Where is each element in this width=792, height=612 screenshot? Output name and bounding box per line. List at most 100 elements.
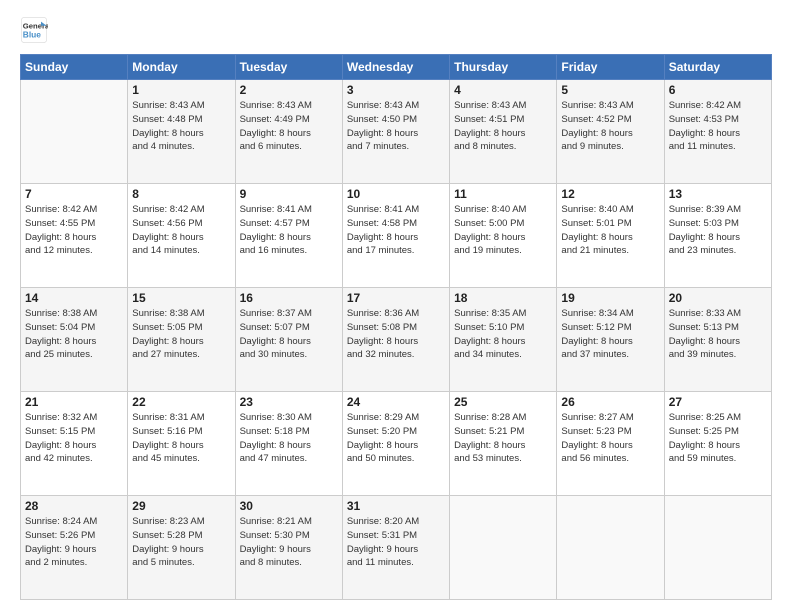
day-number: 12	[561, 187, 659, 201]
calendar-cell: 25 Sunrise: 8:28 AMSunset: 5:21 PMDayligh…	[450, 392, 557, 496]
calendar-cell	[21, 80, 128, 184]
day-number: 3	[347, 83, 445, 97]
calendar-header-monday: Monday	[128, 55, 235, 80]
calendar-cell: 31 Sunrise: 8:20 AMSunset: 5:31 PMDayligh…	[342, 496, 449, 600]
calendar-cell: 8 Sunrise: 8:42 AMSunset: 4:56 PMDaylight…	[128, 184, 235, 288]
day-info: Sunrise: 8:41 AMSunset: 4:57 PMDaylight:…	[240, 203, 338, 258]
day-number: 30	[240, 499, 338, 513]
day-info: Sunrise: 8:21 AMSunset: 5:30 PMDaylight:…	[240, 515, 338, 570]
day-info: Sunrise: 8:24 AMSunset: 5:26 PMDaylight:…	[25, 515, 123, 570]
day-info: Sunrise: 8:29 AMSunset: 5:20 PMDaylight:…	[347, 411, 445, 466]
calendar-cell: 21 Sunrise: 8:32 AMSunset: 5:15 PMDayligh…	[21, 392, 128, 496]
day-number: 13	[669, 187, 767, 201]
day-info: Sunrise: 8:37 AMSunset: 5:07 PMDaylight:…	[240, 307, 338, 362]
svg-text:Blue: Blue	[23, 30, 41, 40]
page: General Blue SundayMondayTuesdayWednesda…	[0, 0, 792, 612]
calendar-cell: 30 Sunrise: 8:21 AMSunset: 5:30 PMDayligh…	[235, 496, 342, 600]
logo-icon: General Blue	[20, 16, 48, 44]
calendar-cell: 19Sunrise: 8:34 AMSunset: 5:12 PMDayligh…	[557, 288, 664, 392]
calendar-cell: 1Sunrise: 8:43 AMSunset: 4:48 PMDaylight…	[128, 80, 235, 184]
day-info: Sunrise: 8:33 AMSunset: 5:13 PMDaylight:…	[669, 307, 767, 362]
day-info: Sunrise: 8:30 AMSunset: 5:18 PMDaylight:…	[240, 411, 338, 466]
calendar-cell: 20 Sunrise: 8:33 AMSunset: 5:13 PMDayligh…	[664, 288, 771, 392]
day-number: 28	[25, 499, 123, 513]
day-info: Sunrise: 8:43 AMSunset: 4:50 PMDaylight:…	[347, 99, 445, 154]
day-info: Sunrise: 8:38 AMSunset: 5:05 PMDaylight:…	[132, 307, 230, 362]
calendar-cell: 24 Sunrise: 8:29 AMSunset: 5:20 PMDayligh…	[342, 392, 449, 496]
day-info: Sunrise: 8:31 AMSunset: 5:16 PMDaylight:…	[132, 411, 230, 466]
day-info: Sunrise: 8:32 AMSunset: 5:15 PMDaylight:…	[25, 411, 123, 466]
calendar-week-row: 7 Sunrise: 8:42 AMSunset: 4:55 PMDaylight…	[21, 184, 772, 288]
calendar-cell: 15 Sunrise: 8:38 AMSunset: 5:05 PMDayligh…	[128, 288, 235, 392]
calendar-cell: 6Sunrise: 8:42 AMSunset: 4:53 PMDaylight…	[664, 80, 771, 184]
calendar-week-row: 21 Sunrise: 8:32 AMSunset: 5:15 PMDayligh…	[21, 392, 772, 496]
day-number: 8	[132, 187, 230, 201]
calendar-cell: 12Sunrise: 8:40 AMSunset: 5:01 PMDayligh…	[557, 184, 664, 288]
day-number: 10	[347, 187, 445, 201]
day-number: 31	[347, 499, 445, 513]
day-info: Sunrise: 8:20 AMSunset: 5:31 PMDaylight:…	[347, 515, 445, 570]
day-number: 7	[25, 187, 123, 201]
calendar-cell: 28 Sunrise: 8:24 AMSunset: 5:26 PMDayligh…	[21, 496, 128, 600]
day-info: Sunrise: 8:42 AMSunset: 4:55 PMDaylight:…	[25, 203, 123, 258]
day-info: Sunrise: 8:39 AMSunset: 5:03 PMDaylight:…	[669, 203, 767, 258]
calendar-cell: 5Sunrise: 8:43 AMSunset: 4:52 PMDaylight…	[557, 80, 664, 184]
day-number: 26	[561, 395, 659, 409]
day-number: 25	[454, 395, 552, 409]
day-number: 22	[132, 395, 230, 409]
day-number: 21	[25, 395, 123, 409]
day-number: 11	[454, 187, 552, 201]
day-info: Sunrise: 8:35 AMSunset: 5:10 PMDaylight:…	[454, 307, 552, 362]
calendar-header-friday: Friday	[557, 55, 664, 80]
calendar-cell: 11 Sunrise: 8:40 AMSunset: 5:00 PMDayligh…	[450, 184, 557, 288]
calendar-cell: 4Sunrise: 8:43 AMSunset: 4:51 PMDaylight…	[450, 80, 557, 184]
calendar-cell: 29 Sunrise: 8:23 AMSunset: 5:28 PMDayligh…	[128, 496, 235, 600]
calendar-cell: 7 Sunrise: 8:42 AMSunset: 4:55 PMDaylight…	[21, 184, 128, 288]
calendar-table: SundayMondayTuesdayWednesdayThursdayFrid…	[20, 54, 772, 600]
calendar-cell: 17Sunrise: 8:36 AMSunset: 5:08 PMDayligh…	[342, 288, 449, 392]
day-number: 24	[347, 395, 445, 409]
calendar-cell: 26Sunrise: 8:27 AMSunset: 5:23 PMDayligh…	[557, 392, 664, 496]
day-info: Sunrise: 8:28 AMSunset: 5:21 PMDaylight:…	[454, 411, 552, 466]
day-info: Sunrise: 8:40 AMSunset: 5:00 PMDaylight:…	[454, 203, 552, 258]
day-number: 16	[240, 291, 338, 305]
day-number: 2	[240, 83, 338, 97]
day-number: 15	[132, 291, 230, 305]
calendar-cell: 23 Sunrise: 8:30 AMSunset: 5:18 PMDayligh…	[235, 392, 342, 496]
calendar-week-row: 1Sunrise: 8:43 AMSunset: 4:48 PMDaylight…	[21, 80, 772, 184]
day-info: Sunrise: 8:41 AMSunset: 4:58 PMDaylight:…	[347, 203, 445, 258]
calendar-cell	[557, 496, 664, 600]
calendar-header-row: SundayMondayTuesdayWednesdayThursdayFrid…	[21, 55, 772, 80]
calendar-cell: 22 Sunrise: 8:31 AMSunset: 5:16 PMDayligh…	[128, 392, 235, 496]
day-info: Sunrise: 8:25 AMSunset: 5:25 PMDaylight:…	[669, 411, 767, 466]
day-number: 18	[454, 291, 552, 305]
day-info: Sunrise: 8:42 AMSunset: 4:56 PMDaylight:…	[132, 203, 230, 258]
day-info: Sunrise: 8:43 AMSunset: 4:48 PMDaylight:…	[132, 99, 230, 154]
calendar-header-thursday: Thursday	[450, 55, 557, 80]
day-number: 23	[240, 395, 338, 409]
day-info: Sunrise: 8:38 AMSunset: 5:04 PMDaylight:…	[25, 307, 123, 362]
calendar-cell: 13 Sunrise: 8:39 AMSunset: 5:03 PMDayligh…	[664, 184, 771, 288]
calendar-header-sunday: Sunday	[21, 55, 128, 80]
day-number: 29	[132, 499, 230, 513]
day-number: 14	[25, 291, 123, 305]
day-number: 20	[669, 291, 767, 305]
calendar-week-row: 14 Sunrise: 8:38 AMSunset: 5:04 PMDayligh…	[21, 288, 772, 392]
day-number: 5	[561, 83, 659, 97]
day-info: Sunrise: 8:23 AMSunset: 5:28 PMDaylight:…	[132, 515, 230, 570]
calendar-header-saturday: Saturday	[664, 55, 771, 80]
calendar-cell: 14 Sunrise: 8:38 AMSunset: 5:04 PMDayligh…	[21, 288, 128, 392]
calendar-cell: 10 Sunrise: 8:41 AMSunset: 4:58 PMDayligh…	[342, 184, 449, 288]
calendar-cell: 16 Sunrise: 8:37 AMSunset: 5:07 PMDayligh…	[235, 288, 342, 392]
calendar-cell: 27 Sunrise: 8:25 AMSunset: 5:25 PMDayligh…	[664, 392, 771, 496]
header: General Blue	[20, 16, 772, 44]
calendar-cell	[664, 496, 771, 600]
day-info: Sunrise: 8:43 AMSunset: 4:51 PMDaylight:…	[454, 99, 552, 154]
day-number: 17	[347, 291, 445, 305]
day-number: 6	[669, 83, 767, 97]
day-number: 27	[669, 395, 767, 409]
calendar-cell	[450, 496, 557, 600]
calendar-cell: 2Sunrise: 8:43 AMSunset: 4:49 PMDaylight…	[235, 80, 342, 184]
calendar-cell: 18 Sunrise: 8:35 AMSunset: 5:10 PMDayligh…	[450, 288, 557, 392]
calendar-week-row: 28 Sunrise: 8:24 AMSunset: 5:26 PMDayligh…	[21, 496, 772, 600]
